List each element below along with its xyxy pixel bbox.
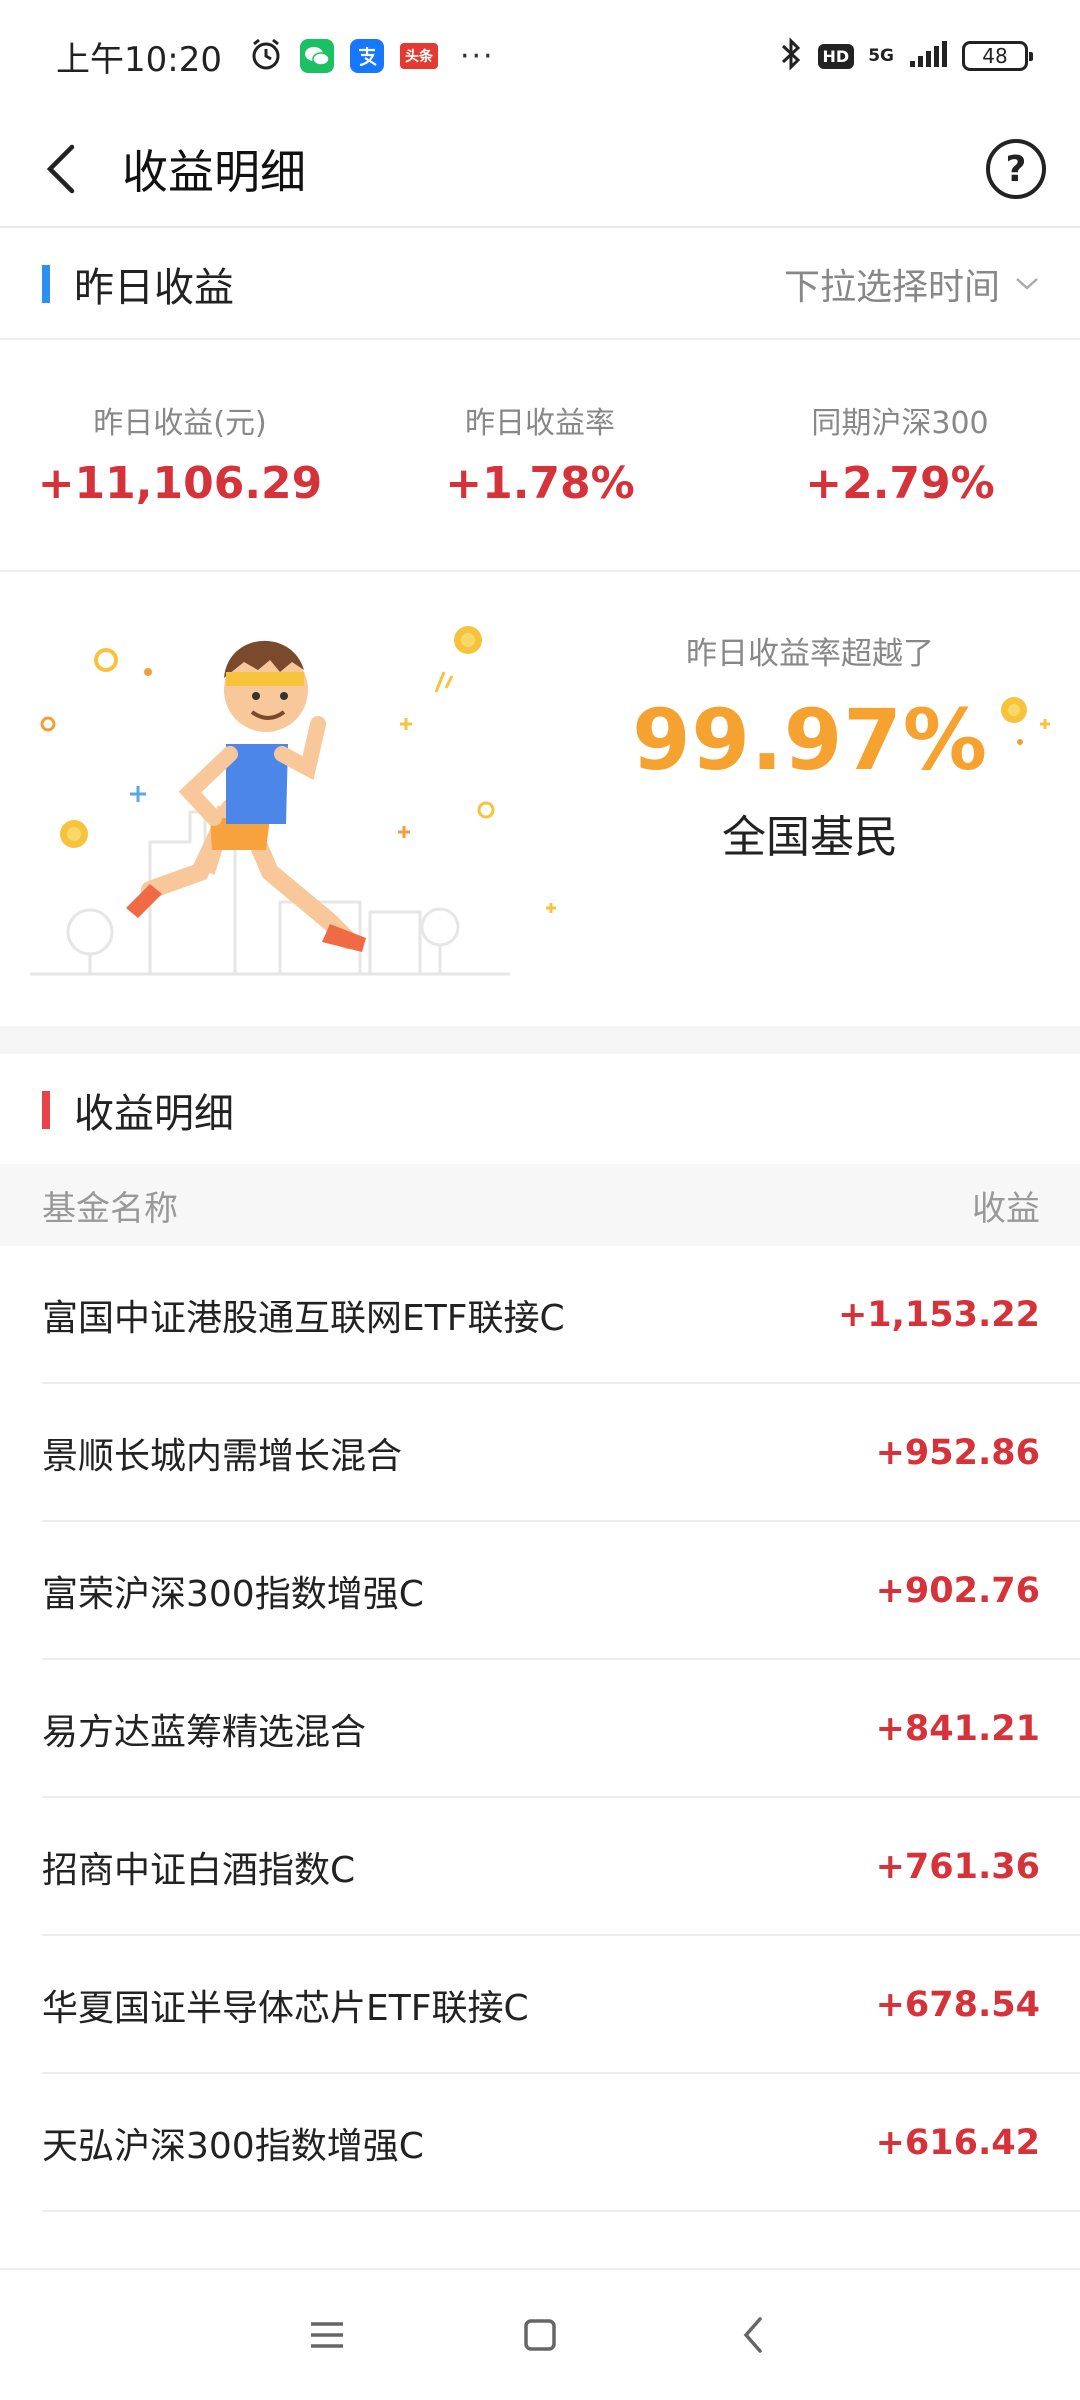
section-gap — [0, 1026, 1080, 1054]
status-bar: 上午10:20 头条 ··· HD 5G 48 — [0, 0, 1080, 112]
stat-value: +1.78% — [445, 458, 635, 509]
status-time: 上午10:20 — [56, 39, 222, 80]
app-header: 收益明细 ? — [0, 112, 1080, 228]
fund-profit: +678.54 — [875, 1985, 1040, 2025]
table-row[interactable]: 易方达蓝筹精选混合 +841.21 — [0, 1660, 1080, 1798]
alarm-icon — [248, 36, 284, 76]
ranking-banner: 昨日收益率超越了 99.97% 全国基民 — [0, 572, 1080, 1024]
section-accent-bar — [42, 265, 50, 303]
ranking-block: 昨日收益率超越了 99.97% 全国基民 — [620, 628, 1000, 865]
fund-name: 景顺长城内需增长混合 — [42, 1436, 403, 1477]
ranking-subject: 全国基民 — [722, 812, 898, 863]
help-button[interactable]: ? — [986, 139, 1046, 199]
table-row[interactable]: 富荣沪深300指数增强C +902.76 — [0, 1522, 1080, 1660]
column-fund-name: 基金名称 — [42, 1188, 178, 1229]
alipay-icon — [349, 39, 384, 73]
fund-name: 天弘沪深300指数增强C — [42, 2126, 424, 2167]
page-title: 收益明细 — [122, 145, 306, 199]
ranking-label: 昨日收益率超越了 — [686, 636, 934, 672]
fund-name: 招商中证白酒指数C — [42, 1850, 356, 1891]
fund-profit: +1,153.22 — [837, 1295, 1040, 1335]
wechat-icon — [299, 39, 334, 73]
stat-label: 昨日收益率 — [465, 406, 615, 441]
fund-profit: +616.42 — [875, 2123, 1040, 2163]
table-row[interactable]: 富国中证港股通互联网ETF联接C +1,153.22 — [0, 1246, 1080, 1384]
stat-yesterday-profit: 昨日收益(元) +11,106.29 — [0, 340, 360, 570]
table-row[interactable]: 景顺长城内需增长混合 +952.86 — [0, 1384, 1080, 1522]
stat-value: +2.79% — [805, 458, 995, 509]
stat-label: 同期沪深300 — [811, 406, 989, 441]
yesterday-section-header: 昨日收益 下拉选择时间 — [0, 230, 1080, 338]
chevron-down-icon — [1016, 278, 1038, 290]
toutiao-icon: 头条 — [399, 43, 438, 69]
home-button[interactable] — [500, 2295, 580, 2375]
stat-yesterday-rate: 昨日收益率 +1.78% — [360, 340, 720, 570]
table-header: 基金名称 收益 — [0, 1164, 1080, 1246]
detail-section-title: 收益明细 — [74, 1091, 234, 1137]
ranking-value: 99.97% — [632, 691, 988, 789]
fund-name: 富荣沪深300指数增强C — [42, 1574, 424, 1615]
system-back-button[interactable] — [713, 2295, 793, 2375]
battery-icon: 48 — [962, 41, 1033, 71]
stat-label: 昨日收益(元) — [93, 406, 267, 441]
table-row[interactable]: 天弘沪深300指数增强C +616.42 — [0, 2074, 1080, 2212]
fund-profit: +902.76 — [875, 1571, 1040, 1611]
more-notifications-icon: ··· — [459, 38, 495, 74]
system-nav-bar — [0, 2268, 1080, 2400]
runner-illustration — [30, 626, 556, 976]
back-button[interactable] — [12, 111, 112, 227]
back-triangle-icon — [743, 2317, 763, 2353]
section-accent-bar — [42, 1091, 50, 1129]
fund-name: 富国中证港股通互联网ETF联接C — [42, 1298, 565, 1339]
time-select-dropdown[interactable]: 下拉选择时间 — [784, 258, 1040, 310]
yesterday-section-title: 昨日收益 — [74, 265, 234, 311]
fund-list: 富国中证港股通互联网ETF联接C +1,153.22 景顺长城内需增长混合 +9… — [0, 1246, 1080, 2292]
table-row[interactable]: 华夏国证半导体芯片ETF联接C +678.54 — [0, 1936, 1080, 2074]
stat-value: +11,106.29 — [37, 458, 323, 509]
yesterday-stats: 昨日收益(元) +11,106.29 昨日收益率 +1.78% 同期沪深300 … — [0, 340, 1080, 570]
network-type: 5G — [868, 45, 894, 66]
home-square-icon — [524, 2319, 556, 2351]
coin-decoration — [1001, 697, 1050, 745]
column-profit: 收益 — [972, 1188, 1040, 1229]
fund-name: 易方达蓝筹精选混合 — [42, 1712, 367, 1753]
table-row[interactable]: 招商中证白酒指数C +761.36 — [0, 1798, 1080, 1936]
bluetooth-icon — [778, 36, 804, 76]
stat-hs300: 同期沪深300 +2.79% — [720, 340, 1080, 570]
fund-profit: +761.36 — [875, 1847, 1040, 1887]
time-select-label: 下拉选择时间 — [783, 267, 1000, 308]
menu-icon — [310, 2322, 343, 2348]
fund-profit: +952.86 — [875, 1433, 1040, 1473]
menu-button[interactable] — [287, 2295, 367, 2375]
signal-icon — [908, 39, 948, 73]
fund-name: 华夏国证半导体芯片ETF联接C — [42, 1988, 529, 2029]
detail-section-header: 收益明细 — [0, 1056, 1080, 1164]
fund-profit: +841.21 — [875, 1709, 1040, 1749]
back-arrow-icon — [46, 144, 75, 194]
hd-voice-icon: HD — [817, 43, 855, 69]
